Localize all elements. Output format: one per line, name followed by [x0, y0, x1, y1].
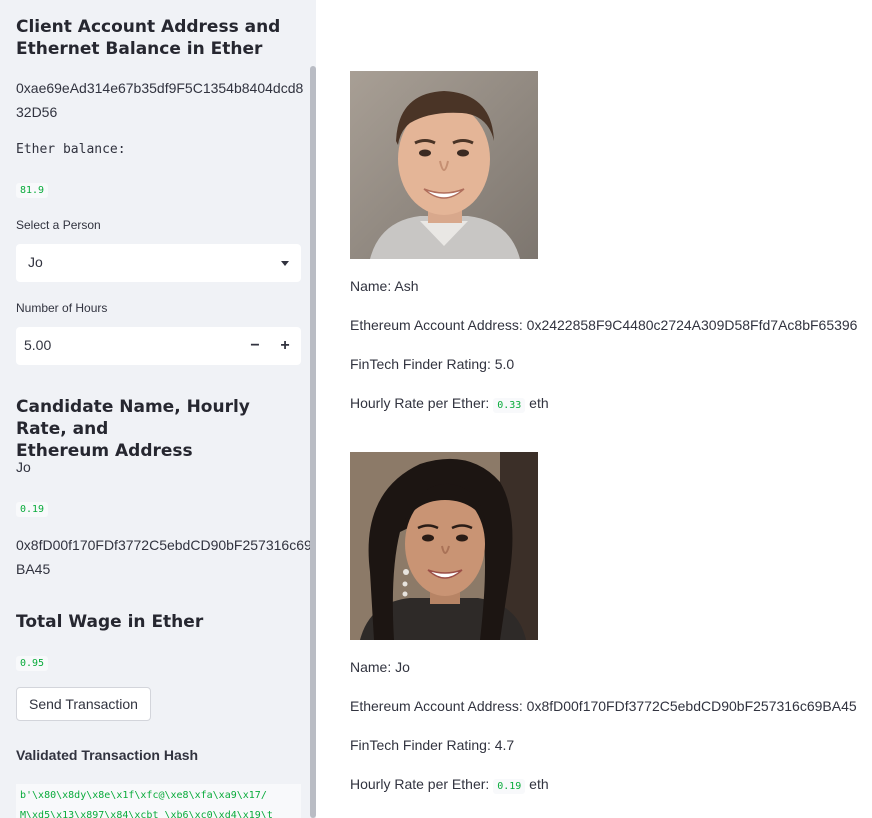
candidate-rate-wrap: 0.19: [16, 499, 49, 517]
client-heading-line1: Client Account Address and: [16, 17, 281, 37]
client-address-line1: 0xae69eAd314e67b35df9F5C1354b8404dcd8: [16, 80, 304, 96]
ether-balance-value: 81.9: [16, 183, 49, 198]
hours-value[interactable]: 5.00: [24, 337, 51, 353]
hours-number-input[interactable]: 5.00 − +: [16, 327, 301, 365]
chevron-down-icon: [281, 261, 289, 266]
ash-rate-value: 0.33: [493, 398, 526, 413]
sidebar-scrollbar[interactable]: [310, 66, 316, 818]
candidate-address-line2: BA45: [16, 561, 51, 577]
sidebar: Client Account Address and Ethernet Bala…: [0, 0, 316, 818]
candidate-heading: Candidate Name, Hourly Rate, and Ethereu…: [16, 396, 301, 462]
jo-name: Name: Jo: [350, 659, 410, 675]
ash-name: Name: Ash: [350, 278, 419, 294]
tx-hash-value: b'\x80\x8dy\x8e\x1f\xfc@\xe8\xfa\xa9\x17…: [16, 784, 301, 818]
ash-address: Ethereum Account Address: 0x2422858F9C44…: [350, 317, 858, 333]
jo-rating: FinTech Finder Rating: 4.7: [350, 737, 515, 753]
tx-hash-heading: Validated Transaction Hash: [16, 747, 199, 763]
select-person-value: Jo: [28, 254, 43, 270]
total-wage-heading: Total Wage in Ether: [16, 612, 204, 632]
candidate-rate: 0.19: [16, 502, 49, 517]
send-transaction-button[interactable]: Send Transaction: [16, 687, 151, 721]
client-heading: Client Account Address and Ethernet Bala…: [16, 16, 301, 60]
candidate-photo-jo: [350, 452, 538, 640]
select-person-label: Select a Person: [16, 218, 101, 232]
ash-rating: FinTech Finder Rating: 5.0: [350, 356, 515, 372]
decrement-button[interactable]: −: [242, 333, 268, 359]
candidate-name: Jo: [16, 459, 31, 475]
client-address: 0xae69eAd314e67b35df9F5C1354b8404dcd8 32…: [16, 76, 303, 124]
total-wage-value-wrap: 0.95: [16, 653, 49, 671]
client-heading-line2: Ethernet Balance in Ether: [16, 39, 263, 59]
ether-balance-value-wrap: 81.9: [16, 180, 49, 198]
jo-rate-value: 0.19: [493, 779, 526, 794]
ether-balance-label: Ether balance:: [16, 142, 126, 157]
select-person-dropdown[interactable]: Jo: [16, 244, 301, 282]
jo-rate-suffix: eth: [529, 776, 549, 792]
total-wage-value: 0.95: [16, 656, 49, 671]
increment-button[interactable]: +: [272, 333, 298, 359]
jo-rate-prefix: Hourly Rate per Ether:: [350, 776, 490, 792]
tx-hash-line1: b'\x80\x8dy\x8e\x1f\xfc@\xe8\xfa\xa9\x17…: [20, 790, 267, 801]
ash-rate-prefix: Hourly Rate per Ether:: [350, 395, 490, 411]
hours-label: Number of Hours: [16, 301, 108, 315]
tx-hash-line2: M\xd5\x13\x897\x84\xcbt_\xb6\xc0\xd4\x19…: [20, 810, 273, 818]
jo-hourly-rate: Hourly Rate per Ether: 0.19 eth: [350, 776, 549, 794]
jo-address: Ethereum Account Address: 0x8fD00f170FDf…: [350, 698, 857, 714]
candidate-heading-line2: Ethereum Address: [16, 441, 193, 461]
ash-hourly-rate: Hourly Rate per Ether: 0.33 eth: [350, 395, 549, 413]
ash-rate-suffix: eth: [529, 395, 549, 411]
candidate-address: 0x8fD00f170FDf3772C5ebdCD90bF257316c69 B…: [16, 533, 312, 581]
candidate-heading-line1: Candidate Name, Hourly Rate, and: [16, 397, 250, 439]
candidate-address-line1: 0x8fD00f170FDf3772C5ebdCD90bF257316c69: [16, 537, 312, 553]
candidate-photo-ash: [350, 71, 538, 259]
client-address-line2: 32D56: [16, 104, 58, 120]
